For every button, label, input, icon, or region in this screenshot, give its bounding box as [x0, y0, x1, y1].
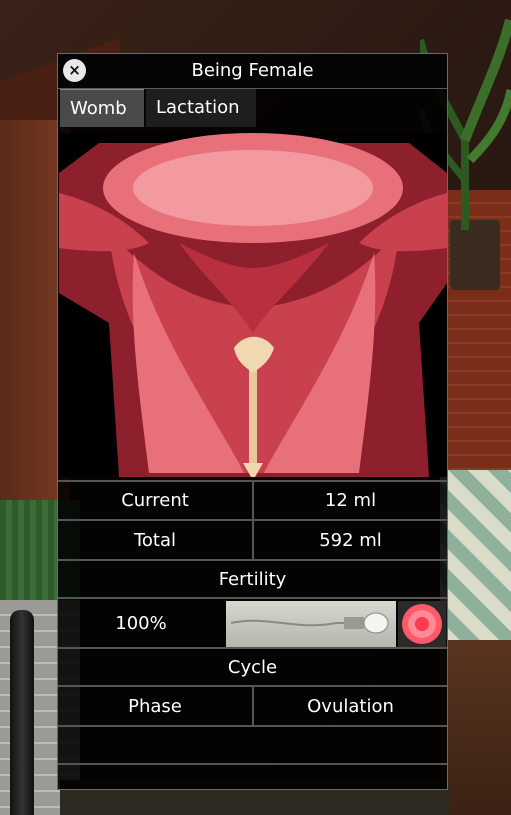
fertility-meter	[226, 601, 396, 647]
phase-row: Phase Ovulation	[58, 685, 447, 725]
plant-pot	[450, 220, 500, 290]
phase-value: Ovulation	[307, 695, 394, 717]
tab-womb[interactable]: Womb	[60, 89, 144, 127]
cycle-heading: Cycle	[227, 656, 278, 678]
fertility-row: 100%	[58, 597, 447, 647]
fertility-header: Fertility	[58, 559, 447, 597]
tab-bar: Womb Lactation	[58, 89, 447, 127]
total-label: Total	[58, 521, 254, 559]
empty-row-1	[58, 725, 447, 763]
cycle-header: Cycle	[58, 647, 447, 685]
total-value: 592 ml	[319, 529, 382, 551]
uterus-icon	[59, 133, 447, 477]
being-female-window: × Being Female Womb Lactation Current 12…	[57, 53, 448, 790]
tile-floor	[440, 470, 511, 640]
drain-pipe	[10, 610, 34, 815]
womb-illustration	[59, 133, 447, 477]
total-row: Total 592 ml	[58, 519, 447, 559]
phase-label: Phase	[58, 687, 254, 725]
ovum-icon	[398, 601, 446, 647]
empty-row-2	[58, 763, 447, 789]
current-label: Current	[58, 482, 254, 519]
tab-lactation[interactable]: Lactation	[146, 89, 256, 127]
fertility-percent: 100%	[115, 612, 167, 634]
sperm-icon	[230, 612, 389, 634]
current-value: 12 ml	[324, 490, 377, 511]
window-title: Being Female	[191, 60, 314, 81]
current-row: Current 12 ml	[58, 480, 447, 519]
fertility-heading: Fertility	[218, 568, 287, 590]
title-bar[interactable]: × Being Female	[58, 54, 447, 89]
